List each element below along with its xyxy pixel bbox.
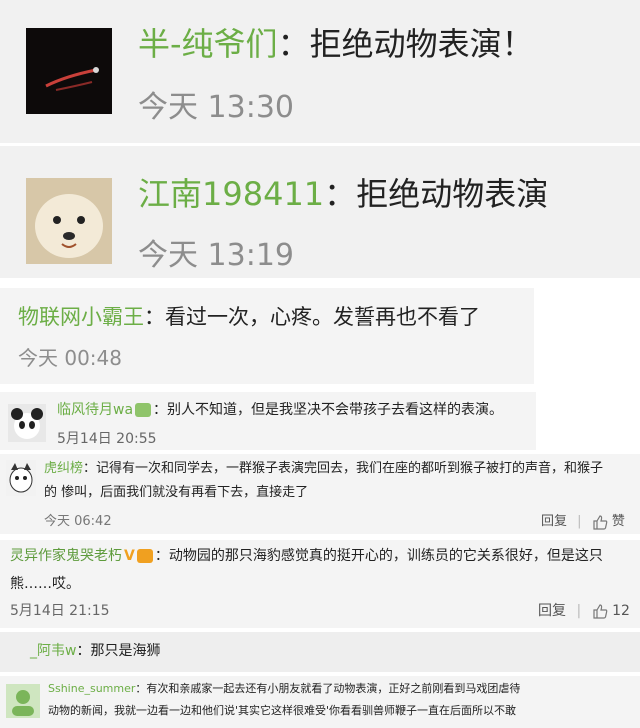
comment-username[interactable]: Sshine_summer [48,682,135,695]
comment-username[interactable]: 江南198411 [138,175,324,213]
sub-reply-card: _阿韦w：那只是海狮 [0,632,640,672]
like-button[interactable]: 赞 [592,514,625,530]
action-divider: | [577,514,582,529]
like-button[interactable]: 12 [592,603,630,619]
comment-username[interactable]: 临风待月wa [57,402,133,418]
comment-text: 有次和亲戚家一起去还有小朋友就看了动物表演，正好之前刚看到马戏团虐待 [146,682,521,695]
badge-icon [136,549,153,563]
comment-username[interactable]: _阿韦w [30,643,76,659]
comment-time: 今天 06:42 [44,514,112,529]
comment-card: 灵异作家鬼哭老朽 V ：动物园的那只海豹感觉真的挺开心的，训练员的它关系很好，但是这… [0,540,640,628]
comment-time: 5月14日 21:15 [10,603,110,619]
comment-text: 动物园的那只海豹感觉真的挺开心的，训练员的它关系很好，但是这只 [168,548,603,564]
verified-v-icon: V [124,548,135,564]
panda-avatar-image [8,404,46,442]
comment-time: 5月14日 20:55 [57,431,157,447]
comment-card: 半-纯爷们：拒绝动物表演！ 今天 13:30 [0,0,640,143]
like-label: 赞 [611,514,625,529]
reply-button[interactable]: 回复 [541,514,567,529]
comment-text-continued: 熊……哎。 [10,576,80,592]
comment-username[interactable]: 虎纠榜 [44,461,83,476]
badge-icon [135,403,152,417]
comment-text: 别人不知道，但是我坚决不会带孩子去看这样的表演。 [167,402,504,418]
flamingo-avatar-image [26,28,112,114]
comment-time: 今天 13:30 [138,90,294,125]
thumbs-up-icon [593,514,607,530]
like-count: 12 [612,603,630,619]
comment-username[interactable]: 物联网小霸王 [18,305,144,329]
comment-card: 江南198411：拒绝动物表演 今天 13:19 [0,146,640,278]
cat-avatar-image [6,460,36,496]
comment-text: 看过一次，心疼。发誓再也不看了 [165,305,480,329]
avatar[interactable] [6,684,40,718]
comment-text: 拒绝动物表演！ [309,25,534,63]
comment-text: 拒绝动物表演 [356,175,549,213]
comment-username[interactable]: 灵异作家鬼哭老朽 [10,548,122,564]
comment-time: 今天 00:48 [18,346,122,370]
avatar[interactable] [26,178,112,264]
reply-button[interactable]: 回复 [538,603,566,619]
comment-card: 虎纠榜：记得有一次和同学去，一群猴子表演完回去，我们在座的都听到猴子被打的声音，… [0,454,640,534]
comment-card: 临风待月wa ：别人不知道，但是我坚决不会带孩子去看这样的表演。 5月14日 20… [0,392,536,450]
comment-card: 物联网小霸王：看过一次，心疼。发誓再也不看了 今天 00:48 [0,288,534,384]
avatar[interactable] [6,460,36,496]
comment-text: 那只是海狮 [90,643,161,659]
comment-text-continued: 的 惨叫，后面我们就没有再看下去，直接走了 [44,485,309,500]
avatar[interactable] [8,404,46,442]
comment-text: 记得有一次和同学去，一群猴子表演完回去，我们在座的都听到猴子被打的声音，和猴子 [96,461,604,476]
avatar[interactable] [26,28,112,114]
dog-avatar-image [26,178,112,264]
comment-username[interactable]: 半-纯爷们 [138,25,278,63]
action-divider: | [576,603,582,619]
comment-text-continued: 动物的新闻，我就一边看一边和他们说'其实它这样很难受'你看看驯兽师鞭子一直在后面… [48,704,517,717]
thumbs-up-icon [593,604,607,619]
comment-card: Sshine_summer：有次和亲戚家一起去还有小朋友就看了动物表演，正好之前… [0,676,640,728]
comment-time: 今天 13:19 [138,238,294,273]
user-avatar-image [6,684,40,718]
